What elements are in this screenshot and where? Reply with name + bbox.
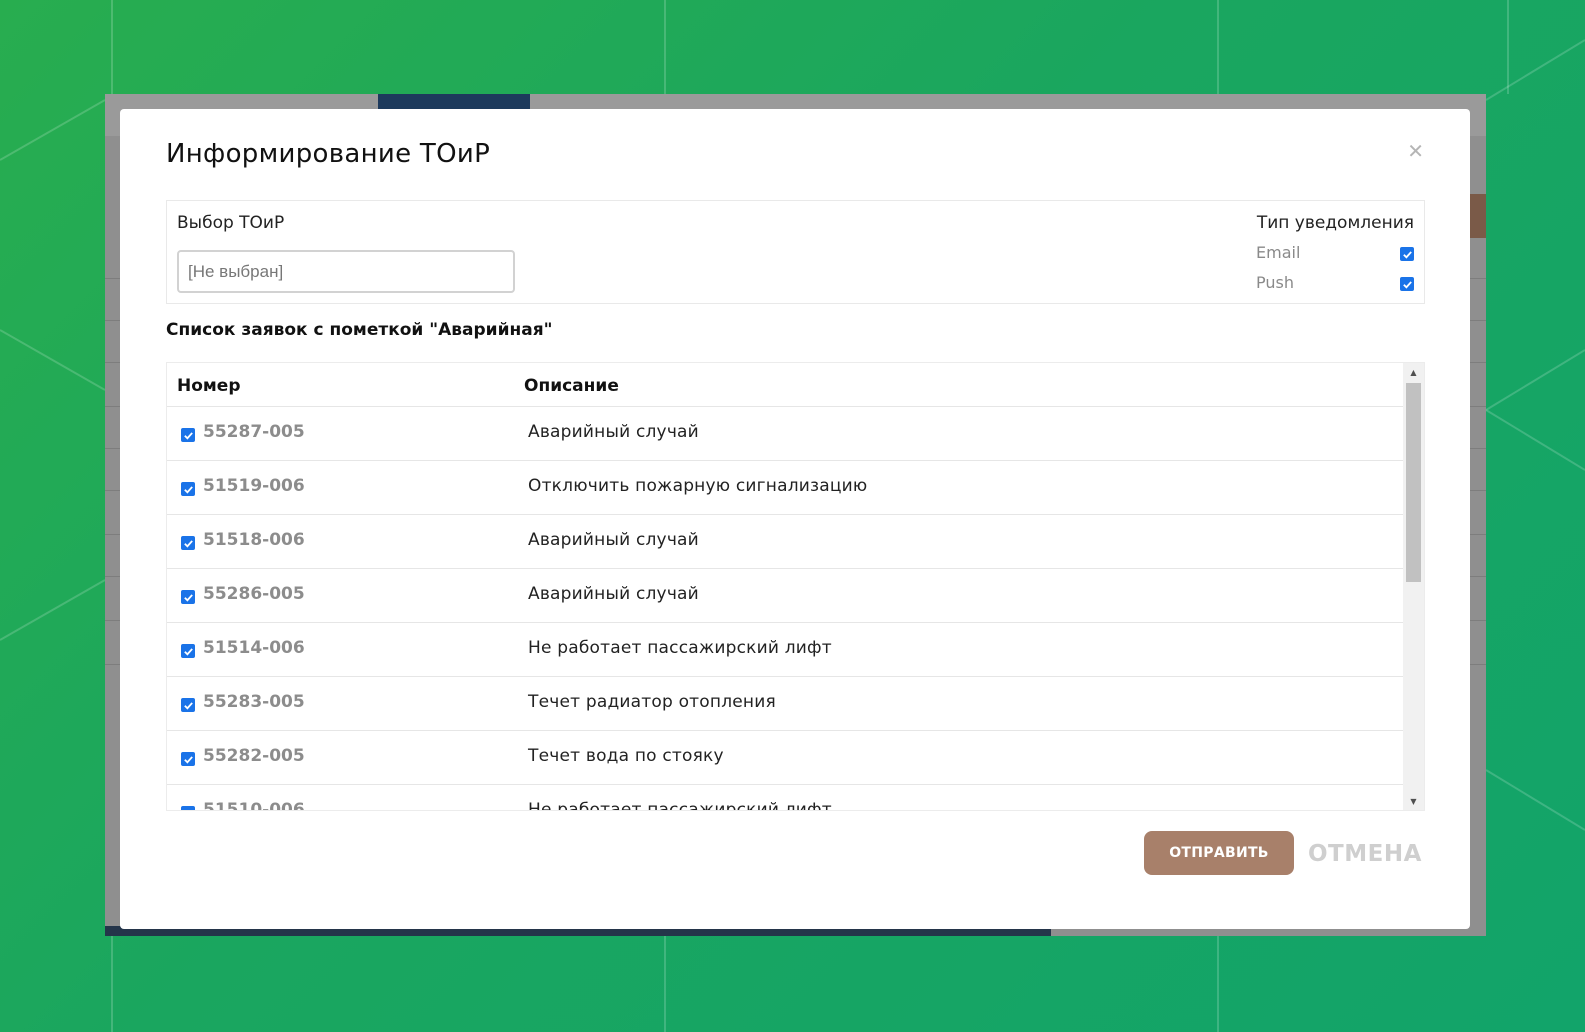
checkmark-icon	[183, 593, 193, 602]
push-label: Push	[1256, 273, 1294, 292]
cancel-button[interactable]: ОТМЕНА	[1308, 834, 1422, 874]
table-row[interactable]: 55287-005 Аварийный случай	[167, 407, 1404, 461]
table-row[interactable]: 55286-005 Аварийный случай	[167, 569, 1404, 623]
toir-select-label: Выбор ТОиР	[177, 213, 285, 233]
checkmark-icon	[1402, 250, 1412, 259]
row-description: Течет радиатор отопления	[528, 692, 776, 712]
row-number: 51510-006	[203, 800, 305, 811]
table-row[interactable]: 55283-005 Течет радиатор отопления	[167, 677, 1404, 731]
row-number: 55287-005	[203, 422, 305, 442]
row-description: Не работает пассажирский лифт	[528, 638, 832, 658]
modal-title: Информирование ТОиР	[166, 139, 491, 169]
row-checkbox[interactable]	[181, 806, 195, 810]
emergency-list-title: Список заявок с пометкой "Аварийная"	[166, 320, 553, 340]
table-row[interactable]: 51518-006 Аварийный случай	[167, 515, 1404, 569]
row-number: 51514-006	[203, 638, 305, 658]
checkmark-icon	[183, 431, 193, 440]
checkmark-icon	[183, 755, 193, 764]
row-description: Течет вода по стояку	[528, 746, 724, 766]
row-number: 51518-006	[203, 530, 305, 550]
row-number: 55286-005	[203, 584, 305, 604]
table-body: 55287-005 Аварийный случай 51519-006 Отк…	[167, 407, 1404, 811]
row-number: 55282-005	[203, 746, 305, 766]
send-button[interactable]: ОТПРАВИТЬ	[1144, 831, 1294, 875]
checkmark-icon	[183, 647, 193, 656]
requests-table: Номер Описание 55287-005 Аварийный случа…	[166, 362, 1425, 811]
table-scrollbar[interactable]: ▲ ▼	[1403, 363, 1424, 810]
checkmark-icon	[183, 701, 193, 710]
checkmark-icon	[190, 809, 192, 810]
scroll-thumb[interactable]	[1406, 383, 1421, 582]
row-checkbox[interactable]	[181, 482, 195, 496]
row-checkbox[interactable]	[181, 590, 195, 604]
notification-type-title: Тип уведомления	[1256, 213, 1414, 233]
row-checkbox[interactable]	[181, 752, 195, 766]
row-checkbox[interactable]	[181, 536, 195, 550]
push-checkbox[interactable]	[1400, 277, 1414, 291]
column-header-description: Описание	[524, 376, 619, 396]
checkmark-icon	[183, 485, 193, 494]
column-header-number: Номер	[177, 376, 241, 396]
scroll-down-arrow-icon[interactable]: ▼	[1403, 792, 1424, 810]
scroll-up-arrow-icon[interactable]: ▲	[1403, 363, 1424, 381]
row-checkbox[interactable]	[181, 698, 195, 712]
row-description: Аварийный случай	[528, 422, 699, 442]
row-description: Аварийный случай	[528, 584, 699, 604]
checkmark-icon	[183, 539, 193, 548]
toir-select-input[interactable]	[177, 250, 515, 293]
row-number: 51519-006	[203, 476, 305, 496]
select-panel: Выбор ТОиР Тип уведомления Email Push	[166, 200, 1425, 304]
notification-option-email: Email	[1256, 243, 1414, 267]
table-row[interactable]: 51519-006 Отключить пожарную сигнализаци…	[167, 461, 1404, 515]
email-checkbox[interactable]	[1400, 247, 1414, 261]
notification-option-push: Push	[1256, 273, 1414, 297]
checkmark-icon	[1402, 280, 1412, 289]
email-label: Email	[1256, 243, 1301, 262]
row-description: Отключить пожарную сигнализацию	[528, 476, 868, 496]
close-icon[interactable]: ✕	[1407, 139, 1424, 163]
table-row[interactable]: 51514-006 Не работает пассажирский лифт	[167, 623, 1404, 677]
row-checkbox[interactable]	[181, 644, 195, 658]
table-row[interactable]: 51510-006 Не работает пассажирский лифт	[167, 785, 1404, 811]
row-checkbox[interactable]	[181, 428, 195, 442]
table-header: Номер Описание	[167, 363, 1404, 407]
row-description: Аварийный случай	[528, 530, 699, 550]
row-number: 55283-005	[203, 692, 305, 712]
table-row[interactable]: 55282-005 Течет вода по стояку	[167, 731, 1404, 785]
row-description: Не работает пассажирский лифт	[528, 800, 832, 811]
informing-modal: Информирование ТОиР ✕ Выбор ТОиР Тип уве…	[120, 109, 1470, 929]
